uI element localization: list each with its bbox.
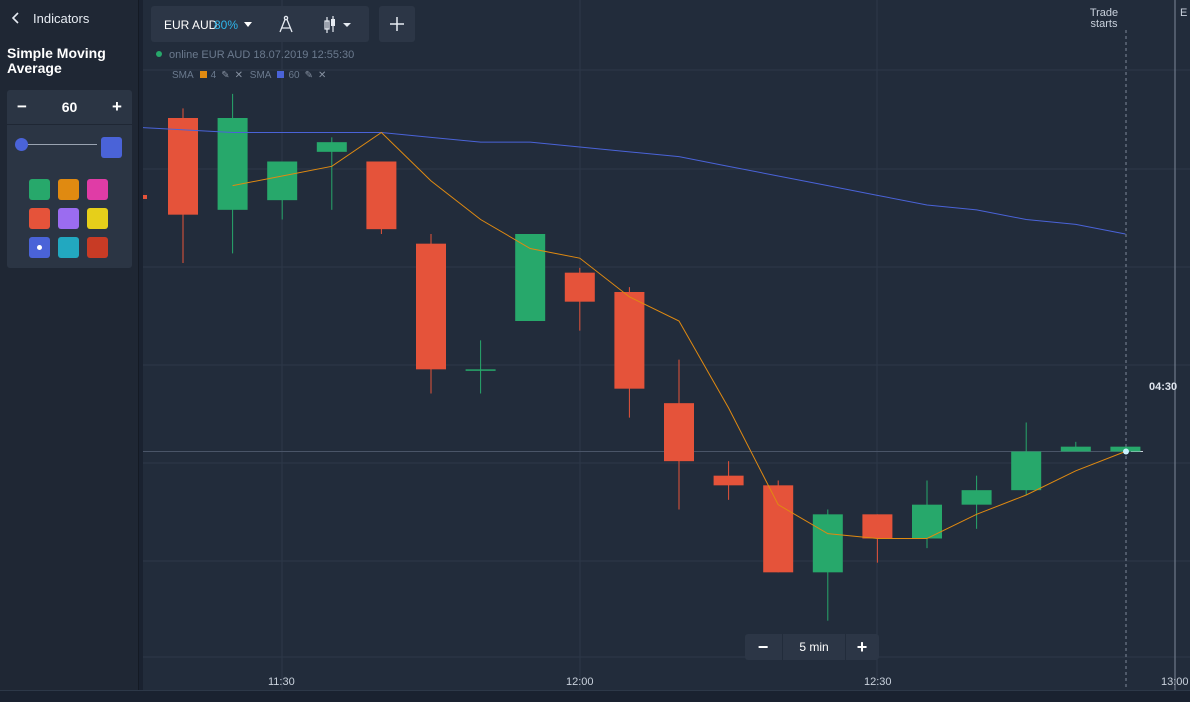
x-axis-tick-label: 12:30	[864, 676, 892, 688]
candle-body	[168, 118, 198, 215]
asset-selector[interactable]: EUR AUD 80%	[151, 6, 263, 42]
period-stepper: − 60 +	[7, 90, 132, 125]
color-swatch[interactable]	[87, 237, 108, 258]
timeframe-value: 5 min	[782, 634, 846, 660]
close-icon[interactable]: ✕	[318, 70, 326, 81]
candle-body	[664, 403, 694, 462]
back-chevron-icon[interactable]	[9, 9, 23, 27]
legend-color-swatch	[199, 71, 207, 78]
edit-pencil-icon[interactable]: ✎	[221, 70, 229, 81]
current-price-dot	[1123, 448, 1129, 455]
add-chart-button[interactable]	[379, 6, 415, 42]
color-swatch[interactable]	[58, 208, 79, 229]
selected-indicator	[37, 245, 42, 250]
indicator-settings-panel: − 60 +	[7, 90, 132, 268]
period-increase-button[interactable]: +	[106, 96, 128, 118]
expiration-label: E tr	[1180, 8, 1190, 19]
candle-body	[416, 243, 446, 370]
color-swatch[interactable]	[87, 179, 108, 200]
online-status-dot	[156, 51, 162, 57]
legend-color-swatch	[277, 71, 285, 78]
edit-pencil-icon[interactable]: ✎	[305, 70, 313, 81]
candle-body	[564, 272, 595, 302]
zoom-in-button[interactable]: +	[845, 634, 879, 660]
candle-body	[465, 369, 496, 371]
legend-sma-slow-period: 60	[288, 70, 300, 81]
color-swatch[interactable]	[58, 237, 79, 258]
candlestick-icon[interactable]	[321, 14, 357, 36]
candles	[168, 93, 1141, 621]
slider-track	[21, 144, 97, 145]
x-axis-tick-label: 12:00	[566, 676, 594, 688]
candle-body	[1060, 446, 1091, 452]
sidebar-title: Indicators	[33, 11, 90, 26]
candle-body	[1011, 451, 1042, 491]
selected-color-swatch[interactable]	[101, 137, 122, 158]
indicator-name: Simple Moving Average	[7, 45, 106, 76]
close-icon[interactable]: ✕	[235, 70, 243, 81]
candle-body	[812, 514, 843, 573]
asset-payout: 80%	[214, 18, 239, 32]
chart-toolbar: EUR AUD 80%	[151, 6, 369, 42]
sidebar-header: Indicators	[0, 0, 138, 36]
chart-grid	[143, 0, 1190, 690]
compass-icon[interactable]	[275, 14, 297, 36]
candle-body	[961, 490, 992, 505]
trade-starts-label: Trade starts	[1089, 7, 1119, 30]
zoom-out-button[interactable]: −	[745, 634, 781, 660]
status-text: online EUR AUD 18.07.2019 12:55:30	[169, 49, 355, 61]
chevron-down-icon	[244, 22, 252, 27]
color-swatch[interactable]	[58, 179, 79, 200]
color-swatch[interactable]	[87, 208, 108, 229]
price-chart[interactable]	[143, 0, 1190, 690]
candle-body	[366, 161, 397, 230]
period-decrease-button[interactable]: −	[11, 96, 33, 118]
price-edge-marker	[143, 195, 147, 199]
asset-name: EUR AUD	[164, 18, 218, 32]
color-swatch[interactable]	[29, 179, 50, 200]
legend-sma-slow-label: SMA	[249, 70, 272, 81]
color-swatch[interactable]	[29, 208, 50, 229]
timeframe-zoom-control: − 5 min +	[745, 634, 879, 660]
indicator-settings-sidebar: Indicators Simple Moving Average − 60 +	[0, 0, 139, 690]
countdown-timer: 04:30	[1149, 381, 1178, 393]
plus-icon	[390, 17, 404, 31]
legend-sma-fast-period: 4	[210, 70, 217, 81]
legend-sma-fast-label: SMA	[172, 70, 194, 81]
trade-markers	[143, 0, 1176, 690]
candle-body	[267, 161, 298, 201]
price-cursor	[1123, 448, 1129, 455]
period-value[interactable]: 60	[47, 99, 92, 115]
candle-body	[316, 142, 347, 152]
x-axis-tick-label: 11:30	[268, 676, 295, 688]
bottom-strip	[0, 690, 1190, 702]
candlestick-chart[interactable]	[143, 0, 1190, 690]
asset-status: online EUR AUD 18.07.2019 12:55:30	[156, 49, 354, 61]
color-swatch[interactable]	[29, 237, 50, 258]
line-width-slider[interactable]	[15, 138, 97, 152]
indicator-legend: SMA 4 ✎ ✕ SMA 60 ✎ ✕	[172, 70, 326, 82]
candle-body	[763, 485, 794, 573]
candle-body	[614, 292, 645, 389]
candle-body	[515, 234, 546, 321]
slider-handle[interactable]	[15, 138, 28, 151]
candle-body	[713, 475, 744, 486]
candle-body	[862, 514, 893, 539]
x-axis-tick-label: 13:00	[1161, 676, 1189, 688]
